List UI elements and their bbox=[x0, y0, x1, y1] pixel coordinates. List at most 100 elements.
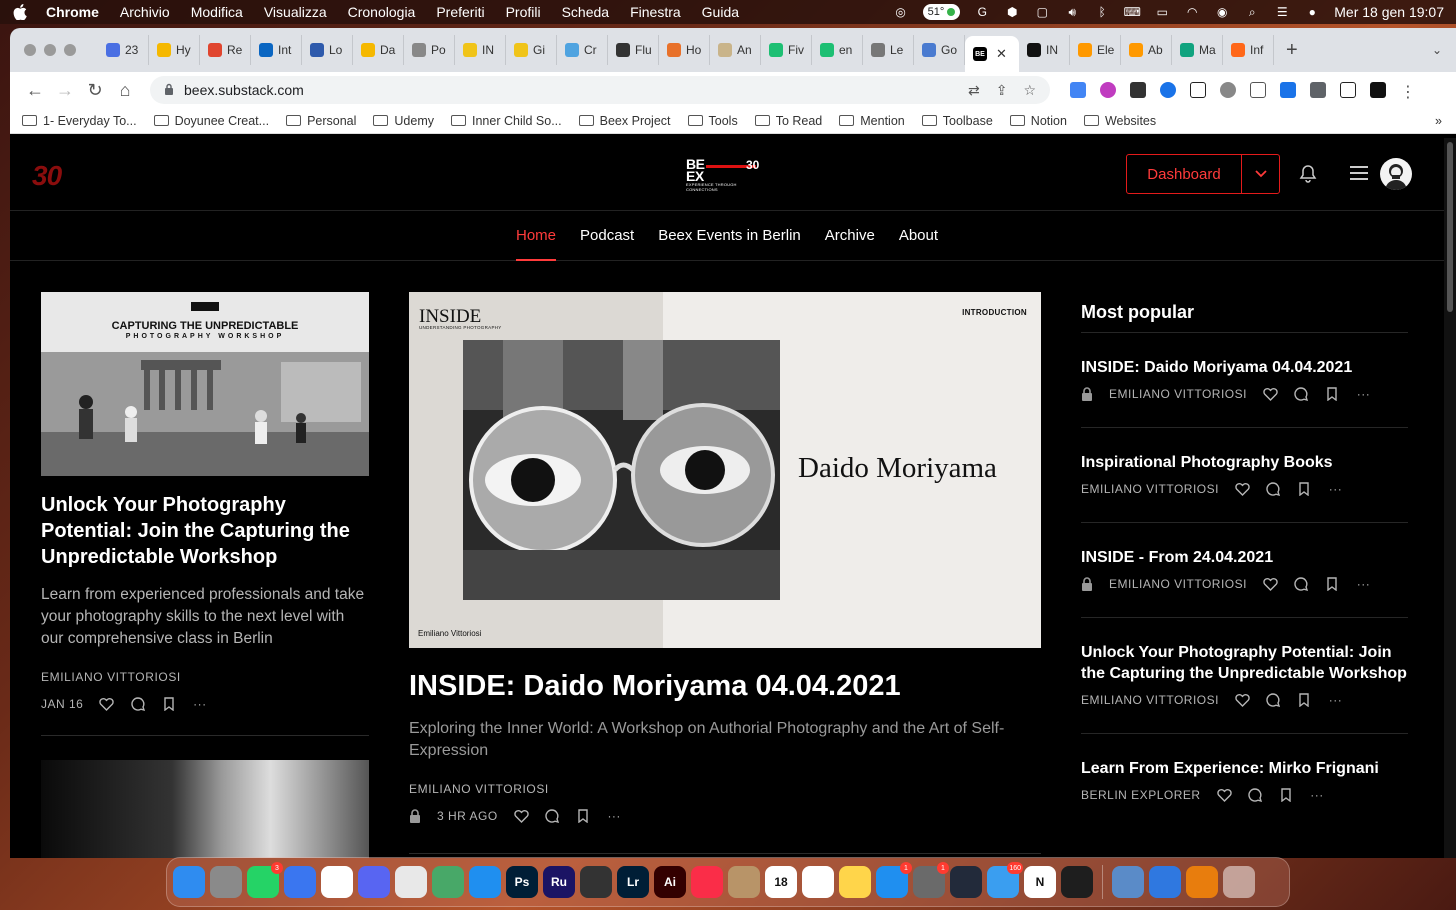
forward-button[interactable]: → bbox=[50, 80, 80, 101]
apple-icon[interactable] bbox=[12, 3, 28, 21]
close-tab-icon[interactable]: ✕ bbox=[996, 46, 1007, 62]
more-options-icon[interactable]: ··· bbox=[1356, 386, 1371, 401]
wifi-icon[interactable]: ◠ bbox=[1184, 5, 1200, 19]
tab-11[interactable]: Ho bbox=[659, 35, 710, 65]
comment-icon[interactable] bbox=[1294, 576, 1309, 591]
temperature-widget[interactable]: 51° bbox=[922, 4, 961, 20]
bookmark-folder-5[interactable]: Beex Project bbox=[578, 114, 671, 128]
bookmark-folder-8[interactable]: Mention bbox=[839, 114, 905, 128]
tab-after-0[interactable]: IN bbox=[1019, 35, 1070, 65]
popular-post-item[interactable]: INSIDE - From 24.04.2021 EMILIANO VITTORI… bbox=[1081, 522, 1408, 617]
bookmark-folder-4[interactable]: Inner Child So... bbox=[451, 114, 562, 128]
menu-hamburger-icon[interactable] bbox=[1350, 166, 1368, 180]
popular-post-author[interactable]: BERLIN EXPLORER bbox=[1081, 788, 1201, 802]
popular-post-title[interactable]: INSIDE: Daido Moriyama 04.04.2021 bbox=[1081, 357, 1408, 378]
more-options-icon[interactable]: ··· bbox=[1328, 481, 1343, 496]
menu-archivio[interactable]: Archivio bbox=[120, 4, 170, 20]
maximize-window-button[interactable] bbox=[64, 44, 76, 56]
xcode-tool-dock-icon[interactable] bbox=[1149, 866, 1181, 898]
bookmark-icon[interactable] bbox=[1325, 386, 1340, 401]
tab-15[interactable]: Le bbox=[863, 35, 914, 65]
extension-color-icon[interactable] bbox=[1100, 82, 1116, 98]
popular-post-author[interactable]: EMILIANO VITTORIOSI bbox=[1109, 577, 1247, 591]
tab-10[interactable]: Flu bbox=[608, 35, 659, 65]
spotlight-search-icon[interactable]: ⌕ bbox=[1244, 5, 1260, 19]
photoshop-dock-icon[interactable]: Ps bbox=[506, 866, 538, 898]
translate-icon[interactable]: ⇄ bbox=[968, 82, 980, 99]
tab-0[interactable]: 23 bbox=[98, 35, 149, 65]
tab-16[interactable]: Go bbox=[914, 35, 965, 65]
nav-home[interactable]: Home bbox=[515, 211, 557, 261]
lightroom-dock-icon[interactable]: Lr bbox=[617, 866, 649, 898]
safari-dock-icon[interactable] bbox=[469, 866, 501, 898]
calendar-dock-icon[interactable]: 18 bbox=[765, 866, 797, 898]
notion-dock-icon[interactable]: N bbox=[1024, 866, 1056, 898]
control-center-icon[interactable]: ☰ bbox=[1274, 5, 1290, 19]
bookmark-folder-11[interactable]: Websites bbox=[1083, 114, 1156, 128]
tab-3[interactable]: Int bbox=[251, 35, 302, 65]
tab-6[interactable]: Po bbox=[404, 35, 455, 65]
bookmarks-more-icon[interactable]: » bbox=[1435, 114, 1442, 128]
eye-slash-icon[interactable]: ◎ bbox=[893, 5, 909, 19]
rush-dock-icon[interactable]: Ru bbox=[543, 866, 575, 898]
tab-12[interactable]: An bbox=[710, 35, 761, 65]
menu-visualizza[interactable]: Visualizza bbox=[264, 4, 327, 20]
reload-button[interactable]: ↻ bbox=[80, 80, 110, 101]
user-avatar[interactable] bbox=[1380, 158, 1412, 190]
heart-icon[interactable] bbox=[1235, 692, 1250, 707]
extension-bug-icon[interactable] bbox=[1220, 82, 1236, 98]
more-options-icon[interactable]: ··· bbox=[1310, 787, 1325, 802]
left-post-author[interactable]: EMILIANO VITTORIOSI bbox=[41, 670, 369, 684]
whatsapp-dock-icon[interactable]: 3 bbox=[247, 862, 283, 898]
tab-9[interactable]: Cr bbox=[557, 35, 608, 65]
featured-post-title[interactable]: INSIDE: Daido Moriyama 04.04.2021 bbox=[409, 668, 1041, 704]
popular-post-title[interactable]: Unlock Your Photography Potential: Join … bbox=[1081, 642, 1408, 684]
tab-after-1[interactable]: Ele bbox=[1070, 35, 1121, 65]
tab-active[interactable]: BE ✕ bbox=[965, 36, 1019, 72]
extension-download-icon[interactable] bbox=[1280, 82, 1296, 98]
dashboard-chevron-down-icon[interactable] bbox=[1241, 155, 1279, 193]
address-bar[interactable]: beex.substack.com ⇄ ⇪ ☆ bbox=[150, 76, 1050, 104]
tab-8[interactable]: Gi bbox=[506, 35, 557, 65]
popular-post-title[interactable]: Inspirational Photography Books bbox=[1081, 452, 1408, 473]
second-post-image[interactable] bbox=[41, 760, 369, 858]
window-icon[interactable]: ▢ bbox=[1034, 5, 1050, 19]
profile-avatar[interactable] bbox=[1370, 82, 1386, 98]
popular-post-item[interactable]: Inspirational Photography Books EMILIANO … bbox=[1081, 427, 1408, 522]
dashboard-button[interactable]: Dashboard bbox=[1127, 155, 1241, 193]
new-tab-button[interactable]: + bbox=[1286, 39, 1298, 62]
contacts-dock-icon[interactable] bbox=[728, 866, 760, 898]
nav-podcast[interactable]: Podcast bbox=[580, 211, 634, 261]
more-options-icon[interactable]: ··· bbox=[607, 808, 622, 823]
trash-dock-icon[interactable] bbox=[1223, 866, 1255, 898]
tab-2[interactable]: Re bbox=[200, 35, 251, 65]
tab-14[interactable]: en bbox=[812, 35, 863, 65]
tab-7[interactable]: IN bbox=[455, 35, 506, 65]
bookmark-folder-6[interactable]: Tools bbox=[687, 114, 738, 128]
notifications-bell-icon[interactable] bbox=[1298, 164, 1318, 184]
app-store-dock-icon[interactable]: 1 bbox=[876, 862, 912, 898]
side-panel-icon[interactable] bbox=[1340, 82, 1356, 98]
discord-dock-icon[interactable] bbox=[358, 866, 390, 898]
launchpad-dock-icon[interactable] bbox=[210, 866, 242, 898]
comment-icon[interactable] bbox=[1266, 481, 1281, 496]
featured-post-author[interactable]: EMILIANO VITTORIOSI bbox=[409, 782, 1041, 796]
featured-post-card[interactable]: INSIDE UNDERSTANDING PHOTOGRAPHY INTRODU… bbox=[409, 292, 1041, 854]
close-window-button[interactable] bbox=[24, 44, 36, 56]
tab-after-4[interactable]: Inf bbox=[1223, 35, 1274, 65]
menu-guida[interactable]: Guida bbox=[702, 4, 739, 20]
menu-preferiti[interactable]: Preferiti bbox=[436, 4, 484, 20]
grammarly-icon[interactable]: G bbox=[974, 5, 990, 19]
tab-13[interactable]: Fiv bbox=[761, 35, 812, 65]
bookmark-icon[interactable] bbox=[1279, 787, 1294, 802]
extension-play-icon[interactable] bbox=[1160, 82, 1176, 98]
bookmark-folder-3[interactable]: Udemy bbox=[373, 114, 434, 128]
nav-archive[interactable]: Archive bbox=[825, 211, 875, 261]
nav-about[interactable]: About bbox=[899, 211, 938, 261]
heart-icon[interactable] bbox=[99, 696, 115, 711]
signal-dock-icon[interactable] bbox=[284, 866, 316, 898]
menu-finestra[interactable]: Finestra bbox=[630, 4, 681, 20]
workshop-image[interactable]: CAPTURING THE UNPREDICTABLE PHOTOGRAPHY … bbox=[41, 292, 369, 476]
extension-translate-icon[interactable] bbox=[1070, 82, 1086, 98]
popular-post-author[interactable]: EMILIANO VITTORIOSI bbox=[1081, 693, 1219, 707]
